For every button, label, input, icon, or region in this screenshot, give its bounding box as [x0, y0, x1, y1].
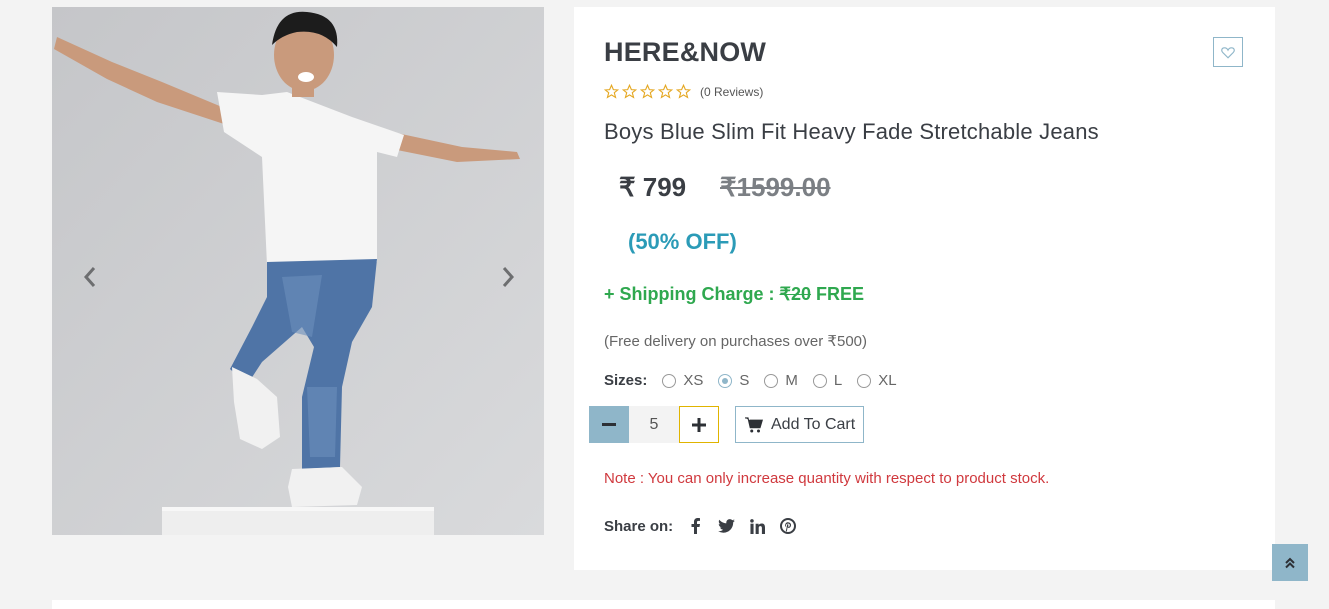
discount-badge: (50% OFF)	[628, 229, 737, 254]
decrease-quantity-button[interactable]	[589, 406, 629, 443]
size-option-s[interactable]: S	[718, 372, 749, 389]
quantity-value[interactable]: 5	[629, 406, 679, 443]
selling-price: ₹ 799	[619, 172, 687, 202]
star-icon	[604, 84, 619, 99]
chevron-right-icon	[502, 267, 515, 287]
carousel-next-button[interactable]	[496, 257, 520, 297]
shipping-free-label: FREE	[816, 284, 865, 304]
add-to-cart-label: Add To Cart	[771, 415, 856, 433]
radio-button[interactable]	[764, 373, 779, 388]
radio-button[interactable]	[857, 373, 872, 388]
double-chevron-up-icon	[1285, 557, 1295, 568]
stock-note: Note : You can only increase quantity wi…	[604, 470, 1050, 487]
size-option-l[interactable]: L	[812, 372, 842, 389]
back-to-top-button[interactable]	[1272, 544, 1308, 581]
radio-button[interactable]	[812, 373, 827, 388]
add-to-cart-button[interactable]: Add To Cart	[735, 406, 865, 443]
size-option-xs[interactable]: XS	[662, 372, 703, 389]
size-selector: Sizes: XS S M L XL	[604, 372, 912, 389]
heart-icon	[1221, 46, 1235, 59]
chevron-left-icon	[83, 267, 96, 287]
quantity-stepper: 5 Add To Cart	[589, 406, 865, 443]
linkedin-icon[interactable]	[748, 517, 766, 535]
share-section: Share on:	[604, 517, 810, 535]
radio-button-selected[interactable]	[718, 373, 733, 388]
size-option-m[interactable]: M	[764, 372, 798, 389]
product-title: Boys Blue Slim Fit Heavy Fade Stretchabl…	[604, 119, 1099, 144]
product-description-panel	[52, 600, 1275, 609]
share-label: Share on:	[604, 517, 674, 535]
facebook-icon[interactable]	[686, 517, 704, 535]
cart-icon	[745, 416, 763, 432]
product-rating: (0 Reviews)	[604, 84, 763, 99]
product-details-card: HERE&NOW (0 Reviews) Boys Blue Slim Fit …	[574, 7, 1275, 570]
brand-name: HERE&NOW	[604, 37, 767, 67]
plus-icon	[692, 417, 706, 432]
twitter-icon[interactable]	[717, 517, 735, 535]
rating-stars	[604, 84, 691, 99]
product-image-carousel[interactable]	[52, 7, 544, 535]
shipping-label: + Shipping Charge :	[604, 284, 780, 304]
sizes-label: Sizes:	[604, 372, 648, 389]
shipping-original-charge: ₹20	[779, 284, 811, 304]
wishlist-button[interactable]	[1213, 37, 1243, 67]
star-icon	[640, 84, 655, 99]
product-photo	[52, 7, 544, 535]
star-icon	[622, 84, 637, 99]
radio-button[interactable]	[662, 373, 677, 388]
free-delivery-note: (Free delivery on purchases over ₹500)	[604, 333, 867, 350]
reviews-link[interactable]: (0 Reviews)	[700, 85, 763, 99]
star-icon	[676, 84, 691, 99]
minus-icon	[602, 422, 616, 426]
pinterest-icon[interactable]	[779, 517, 797, 535]
shipping-charge: + Shipping Charge : ₹20 FREE	[604, 284, 864, 305]
increase-quantity-button[interactable]	[679, 406, 719, 443]
size-option-xl[interactable]: XL	[857, 372, 897, 389]
original-price: ₹1599.00	[720, 172, 831, 202]
carousel-prev-button[interactable]	[78, 257, 102, 297]
star-icon	[658, 84, 673, 99]
